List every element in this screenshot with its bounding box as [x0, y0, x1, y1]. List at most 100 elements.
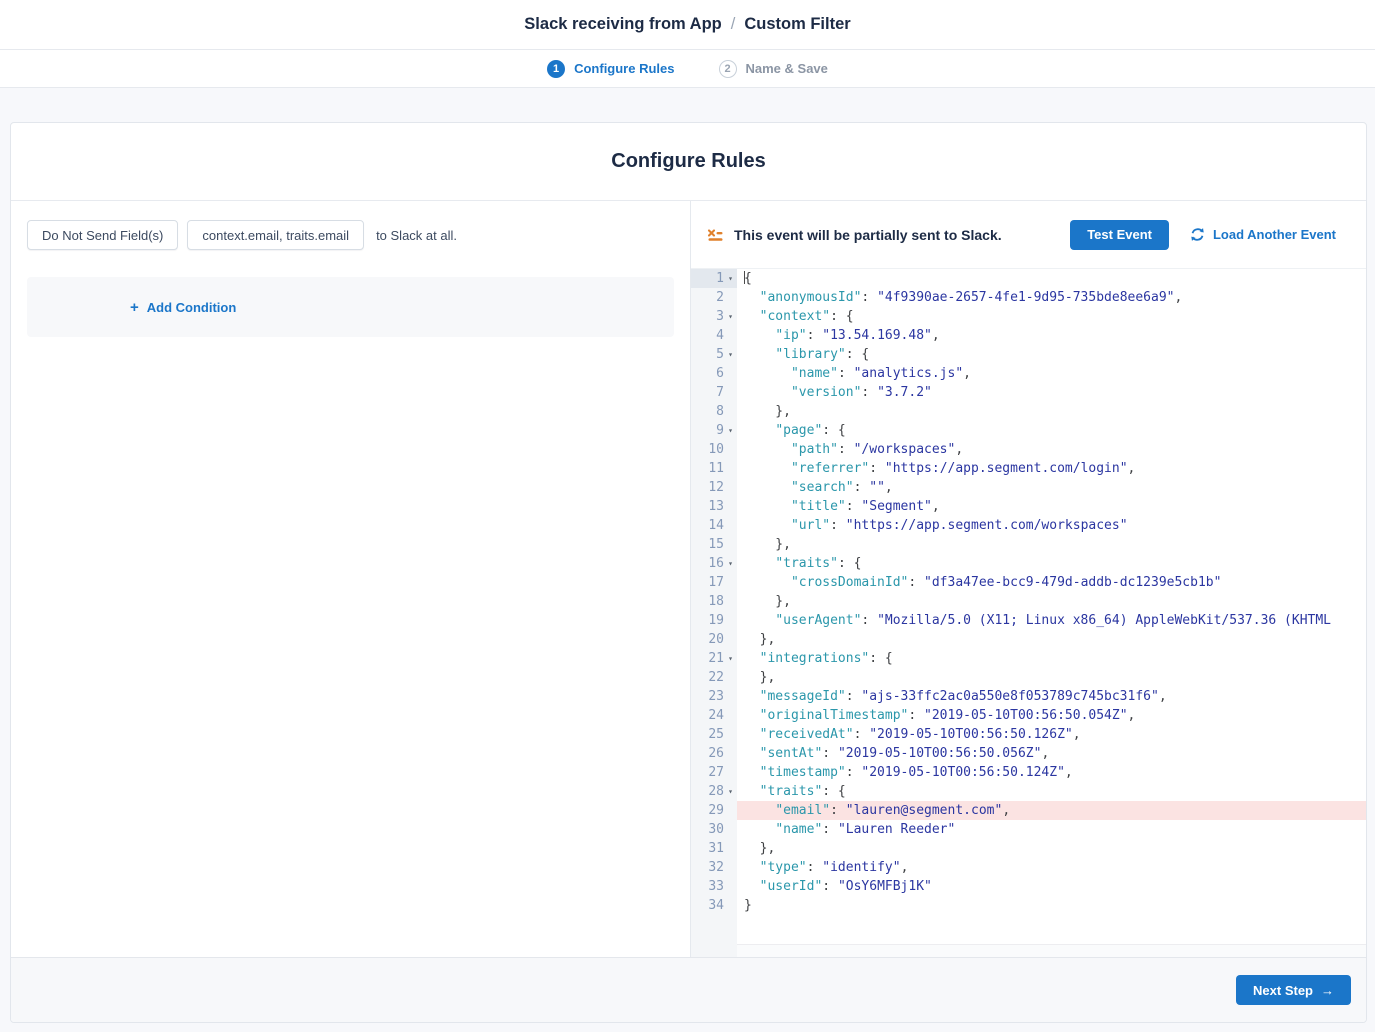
fields-selector-button[interactable]: context.email, traits.email	[187, 220, 364, 250]
code-text: "messageId": "ajs-33ffc2ac0a550e8f053789…	[737, 687, 1366, 706]
gutter-cell: 23	[691, 687, 737, 706]
code-text: "context": {	[737, 307, 1366, 326]
breadcrumb-filter-name: Custom Filter	[744, 15, 850, 34]
code-text: },	[737, 535, 1366, 554]
code-text: "traits": {	[737, 782, 1366, 801]
code-text: "anonymousId": "4f9390ae-2657-4fe1-9d95-…	[737, 288, 1366, 307]
code-line: 15 },	[691, 535, 1366, 554]
arrow-right-icon: →	[1321, 983, 1334, 998]
gutter-cell: 34	[691, 896, 737, 915]
code-text: },	[737, 592, 1366, 611]
fold-icon[interactable]: ▾	[724, 782, 737, 801]
gutter-cell: 2	[691, 288, 737, 307]
code-text: "userAgent": "Mozilla/5.0 (X11; Linux x8…	[737, 611, 1366, 630]
breadcrumb-separator: /	[731, 15, 736, 34]
code-text: "email": "lauren@segment.com",	[737, 801, 1366, 820]
app-root: Slack receiving from App / Custom Filter…	[0, 0, 1375, 88]
code-text: "version": "3.7.2"	[737, 383, 1366, 402]
add-condition-button[interactable]: + Add Condition	[130, 299, 236, 316]
code-text: "userId": "OsY6MFBj1K"	[737, 877, 1366, 896]
gutter-cell: 19	[691, 611, 737, 630]
gutter-cell: 28▾	[691, 782, 737, 801]
line-number: 26	[691, 744, 724, 763]
fold-icon[interactable]: ▾	[724, 345, 737, 364]
code-line: 33 "userId": "OsY6MFBj1K"	[691, 877, 1366, 896]
fold-icon[interactable]: ▾	[724, 421, 737, 440]
load-another-event-button[interactable]: Load Another Event	[1190, 227, 1336, 242]
step-configure-rules[interactable]: 1 Configure Rules	[547, 60, 674, 78]
line-number: 1	[691, 269, 724, 288]
editor-horizontal-scrollbar[interactable]	[737, 944, 1366, 957]
line-number: 24	[691, 706, 724, 725]
code-text: "referrer": "https://app.segment.com/log…	[737, 459, 1366, 478]
fold-icon[interactable]: ▾	[724, 307, 737, 326]
line-number: 19	[691, 611, 724, 630]
stepper: 1 Configure Rules 2 Name & Save	[0, 50, 1375, 88]
page-header: Slack receiving from App / Custom Filter	[0, 0, 1375, 50]
json-editor[interactable]: 1▾{2 "anonymousId": "4f9390ae-2657-4fe1-…	[691, 269, 1366, 957]
code-line: 5▾ "library": {	[691, 345, 1366, 364]
code-line: 6 "name": "analytics.js",	[691, 364, 1366, 383]
gutter-cell: 4	[691, 326, 737, 345]
gutter-cell: 22	[691, 668, 737, 687]
code-line: 25 "receivedAt": "2019-05-10T00:56:50.12…	[691, 725, 1366, 744]
gutter-cell: 11	[691, 459, 737, 478]
fold-icon[interactable]: ▾	[724, 649, 737, 668]
fold-icon[interactable]: ▾	[724, 554, 737, 573]
code-text: "ip": "13.54.169.48",	[737, 326, 1366, 345]
line-number: 8	[691, 402, 724, 421]
line-number: 32	[691, 858, 724, 877]
line-number: 27	[691, 763, 724, 782]
code-line: 26 "sentAt": "2019-05-10T00:56:50.056Z",	[691, 744, 1366, 763]
code-line: 27 "timestamp": "2019-05-10T00:56:50.124…	[691, 763, 1366, 782]
step-2-label: Name & Save	[746, 61, 828, 76]
gutter-cell: 27	[691, 763, 737, 782]
gutter-cell: 30	[691, 820, 737, 839]
rule-builder-panel: Do Not Send Field(s) context.email, trai…	[11, 201, 691, 957]
gutter-cell: 15	[691, 535, 737, 554]
test-event-button[interactable]: Test Event	[1070, 220, 1169, 250]
code-text: "library": {	[737, 345, 1366, 364]
line-number: 28	[691, 782, 724, 801]
line-number: 7	[691, 383, 724, 402]
code-text: "url": "https://app.segment.com/workspac…	[737, 516, 1366, 535]
line-number: 15	[691, 535, 724, 554]
code-line: 7 "version": "3.7.2"	[691, 383, 1366, 402]
action-selector-button[interactable]: Do Not Send Field(s)	[27, 220, 178, 250]
gutter-cell: 1▾	[691, 269, 737, 288]
code-text: }	[737, 896, 1366, 915]
line-number: 13	[691, 497, 724, 516]
line-number: 9	[691, 421, 724, 440]
breadcrumb: Slack receiving from App / Custom Filter	[524, 15, 850, 34]
code-text: "originalTimestamp": "2019-05-10T00:56:5…	[737, 706, 1366, 725]
gutter-cell: 12	[691, 478, 737, 497]
step-1-badge: 1	[547, 60, 565, 78]
code-text: },	[737, 668, 1366, 687]
gutter-cell: 20	[691, 630, 737, 649]
step-name-save[interactable]: 2 Name & Save	[719, 60, 828, 78]
gutter-cell: 6	[691, 364, 737, 383]
line-number: 33	[691, 877, 724, 896]
code-line: 21▾ "integrations": {	[691, 649, 1366, 668]
line-number: 21	[691, 649, 724, 668]
code-text: },	[737, 402, 1366, 421]
code-text: "type": "identify",	[737, 858, 1366, 877]
code-line: 12 "search": "",	[691, 478, 1366, 497]
gutter-cell: 29	[691, 801, 737, 820]
code-text: "search": "",	[737, 478, 1366, 497]
code-line: 8 },	[691, 402, 1366, 421]
gutter-cell: 25	[691, 725, 737, 744]
gutter-cell: 18	[691, 592, 737, 611]
next-step-button[interactable]: Next Step →	[1236, 975, 1351, 1005]
load-another-event-label: Load Another Event	[1213, 227, 1336, 242]
line-number: 5	[691, 345, 724, 364]
rule-sentence: Do Not Send Field(s) context.email, trai…	[27, 220, 690, 250]
gutter-cell: 13	[691, 497, 737, 516]
code-text: "path": "/workspaces",	[737, 440, 1366, 459]
line-number: 4	[691, 326, 724, 345]
code-text: "receivedAt": "2019-05-10T00:56:50.126Z"…	[737, 725, 1366, 744]
code-line: 17 "crossDomainId": "df3a47ee-bcc9-479d-…	[691, 573, 1366, 592]
line-number: 18	[691, 592, 724, 611]
fold-icon[interactable]: ▾	[724, 269, 737, 288]
add-condition-label: Add Condition	[147, 300, 237, 315]
